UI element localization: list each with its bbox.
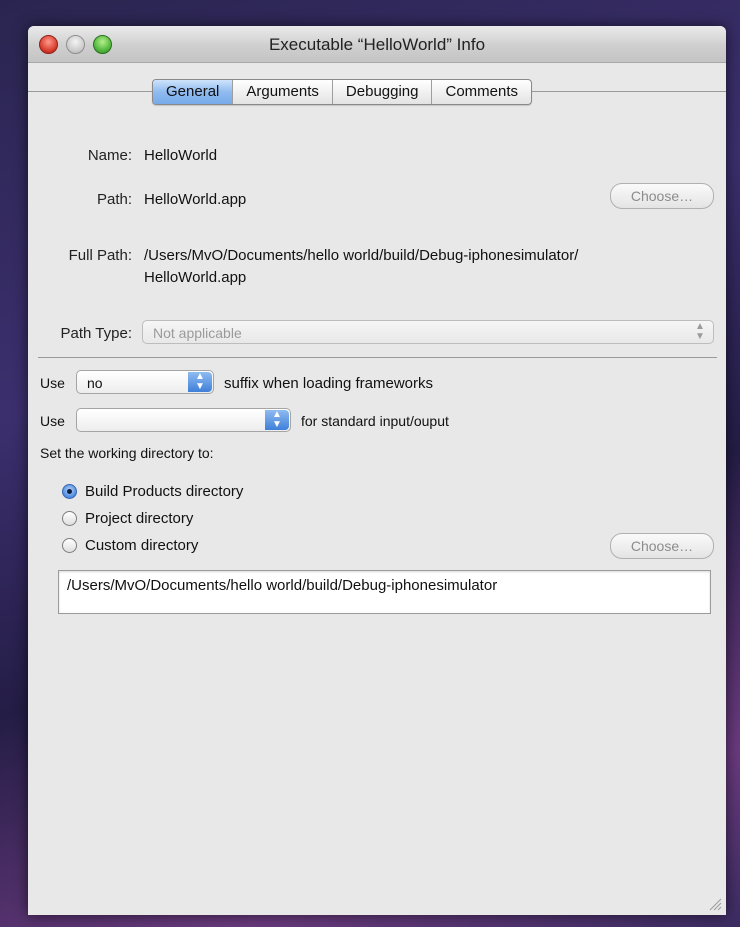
radio-custom-directory-label: Custom directory	[85, 536, 199, 554]
radio-build-products-label: Build Products directory	[85, 482, 244, 500]
window-title: Executable “HelloWorld” Info	[268, 35, 486, 54]
name-label: Name:	[87, 147, 132, 164]
radio-button-selected[interactable]	[62, 483, 77, 499]
working-directory-field[interactable]: /Users/MvO/Documents/hello world/build/D…	[58, 570, 711, 614]
use-suffix-label: Use	[40, 375, 65, 391]
working-directory-label: Set the working directory to:	[40, 445, 214, 461]
path-type-popup: Not applicable ▲ ▼	[142, 320, 714, 344]
radio-button[interactable]	[62, 510, 77, 526]
tab-bar: General Arguments Debugging Comments	[152, 79, 533, 105]
section-separator	[38, 357, 717, 358]
updown-arrows-icon: ▲ ▼	[265, 410, 289, 430]
tab-comments[interactable]: Comments	[432, 80, 531, 104]
suffix-popup[interactable]: no ▲ ▼	[76, 370, 214, 394]
radio-project-directory-label: Project directory	[85, 509, 194, 527]
tab-arguments[interactable]: Arguments	[233, 80, 333, 104]
radio-build-products[interactable]: Build Products directory	[62, 480, 243, 502]
radio-custom-directory[interactable]: Custom directory	[62, 534, 198, 556]
updown-arrows-icon: ▲ ▼	[188, 372, 212, 392]
path-type-label: Path Type:	[60, 325, 132, 342]
radio-project-directory[interactable]: Project directory	[62, 507, 193, 529]
path-value: HelloWorld.app	[144, 191, 247, 208]
custom-directory-choose-button[interactable]: Choose…	[610, 533, 714, 559]
radio-button[interactable]	[62, 537, 77, 553]
title-bar[interactable]: Executable “HelloWorld” Info	[28, 26, 726, 63]
stdio-description: for standard input/ouput	[301, 413, 449, 429]
name-value: HelloWorld	[144, 147, 218, 164]
full-path-value-line1: /Users/MvO/Documents/hello world/build/D…	[144, 247, 579, 264]
tab-general[interactable]: General	[153, 80, 234, 104]
use-stdio-label: Use	[40, 413, 65, 429]
full-path-label: Full Path:	[68, 247, 132, 264]
suffix-description: suffix when loading frameworks	[224, 375, 433, 392]
full-path-value-line2: HelloWorld.app	[144, 269, 247, 286]
suffix-popup-value: no	[87, 375, 103, 391]
path-type-value: Not applicable	[153, 325, 242, 341]
tab-debugging[interactable]: Debugging	[333, 80, 433, 104]
updown-arrows-icon: ▲ ▼	[695, 321, 705, 342]
resize-grip-icon[interactable]	[708, 897, 722, 911]
path-label: Path:	[96, 191, 132, 208]
path-choose-button[interactable]: Choose…	[610, 183, 714, 209]
stdio-popup[interactable]: ▲ ▼	[76, 408, 291, 432]
info-window: Executable “HelloWorld” Info General Arg…	[28, 26, 726, 915]
